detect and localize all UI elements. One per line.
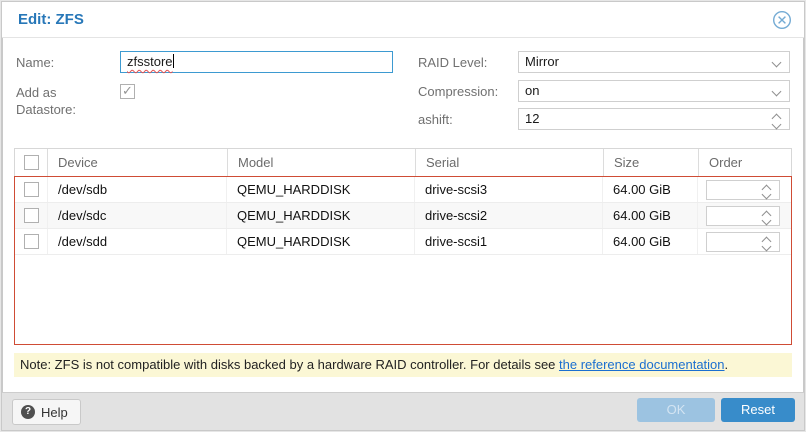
table-row[interactable]: /dev/sdd QEMU_HARDDISK drive-scsi1 64.00… [15, 229, 791, 255]
ok-button[interactable]: OK [637, 398, 715, 422]
chevron-down-icon[interactable] [772, 87, 782, 97]
device-cell: /dev/sdb [48, 177, 227, 202]
header-checkbox-cell [15, 149, 48, 176]
order-spinner[interactable] [706, 232, 780, 252]
serial-cell: drive-scsi1 [415, 229, 603, 254]
order-spinner[interactable] [706, 180, 780, 200]
name-label: Name: [16, 55, 54, 70]
column-header-device[interactable]: Device [48, 149, 228, 176]
dialog-title: Edit: ZFS [18, 2, 84, 37]
compression-value: on [525, 83, 539, 98]
name-input-value: zfsstore [127, 54, 173, 69]
column-header-serial[interactable]: Serial [416, 149, 604, 176]
column-header-size[interactable]: Size [604, 149, 699, 176]
close-icon[interactable] [772, 10, 792, 30]
name-input[interactable]: zfsstore [120, 51, 393, 73]
device-table-body: /dev/sdb QEMU_HARDDISK drive-scsi3 64.00… [14, 176, 792, 345]
row-checkbox[interactable] [24, 208, 39, 223]
spinner-down-icon[interactable] [762, 190, 772, 200]
size-cell: 64.00 GiB [603, 203, 698, 228]
size-cell: 64.00 GiB [603, 177, 698, 202]
note-text: Note: ZFS is not compatible with disks b… [20, 357, 559, 372]
row-checkbox[interactable] [24, 182, 39, 197]
compression-label: Compression: [418, 84, 498, 99]
row-checkbox[interactable] [24, 234, 39, 249]
chevron-down-icon[interactable] [772, 58, 782, 68]
dialog-titlebar: Edit: ZFS [2, 2, 804, 38]
help-button-label: Help [41, 405, 68, 420]
ashift-spinner[interactable]: 12 [518, 108, 790, 130]
spinner-down-icon[interactable] [772, 120, 782, 130]
column-header-model[interactable]: Model [228, 149, 416, 176]
row-checkbox-cell [15, 177, 48, 202]
add-as-datastore-label: Add as Datastore: [16, 84, 112, 118]
device-cell: /dev/sdc [48, 203, 227, 228]
zfs-note: Note: ZFS is not compatible with disks b… [14, 353, 792, 377]
serial-cell: drive-scsi2 [415, 203, 603, 228]
model-cell: QEMU_HARDDISK [227, 177, 415, 202]
compression-combobox[interactable]: on [518, 80, 790, 102]
select-all-checkbox[interactable] [24, 155, 39, 170]
add-as-datastore-checkbox[interactable] [120, 84, 135, 99]
row-checkbox-cell [15, 229, 48, 254]
model-cell: QEMU_HARDDISK [227, 203, 415, 228]
column-header-order[interactable]: Order [699, 149, 791, 176]
raid-level-label: RAID Level: [418, 55, 487, 70]
text-caret [173, 54, 174, 68]
model-cell: QEMU_HARDDISK [227, 229, 415, 254]
serial-cell: drive-scsi3 [415, 177, 603, 202]
table-row[interactable]: /dev/sdc QEMU_HARDDISK drive-scsi2 64.00… [15, 203, 791, 229]
help-icon: ? [21, 405, 35, 419]
ashift-label: ashift: [418, 112, 453, 127]
help-button[interactable]: ? Help [12, 399, 81, 425]
order-cell [698, 229, 791, 254]
dialog-footer: ? Help OK Reset [2, 392, 804, 430]
raid-level-combobox[interactable]: Mirror [518, 51, 790, 73]
order-cell [698, 177, 791, 202]
spinner-down-icon[interactable] [762, 216, 772, 226]
note-suffix: . [725, 357, 729, 372]
reference-documentation-link[interactable]: the reference documentation [559, 357, 725, 372]
device-cell: /dev/sdd [48, 229, 227, 254]
device-table: Device Model Serial Size Order /dev/sdb … [14, 148, 792, 345]
raid-level-value: Mirror [525, 54, 559, 69]
size-cell: 64.00 GiB [603, 229, 698, 254]
order-spinner[interactable] [706, 206, 780, 226]
table-row[interactable]: /dev/sdb QEMU_HARDDISK drive-scsi3 64.00… [15, 177, 791, 203]
ashift-value: 12 [525, 111, 539, 126]
reset-button[interactable]: Reset [721, 398, 795, 422]
edit-zfs-dialog: Edit: ZFS Name: zfsstore Add as Datastor… [0, 0, 806, 432]
device-table-header: Device Model Serial Size Order [14, 148, 792, 176]
row-checkbox-cell [15, 203, 48, 228]
order-cell [698, 203, 791, 228]
spinner-down-icon[interactable] [762, 242, 772, 252]
